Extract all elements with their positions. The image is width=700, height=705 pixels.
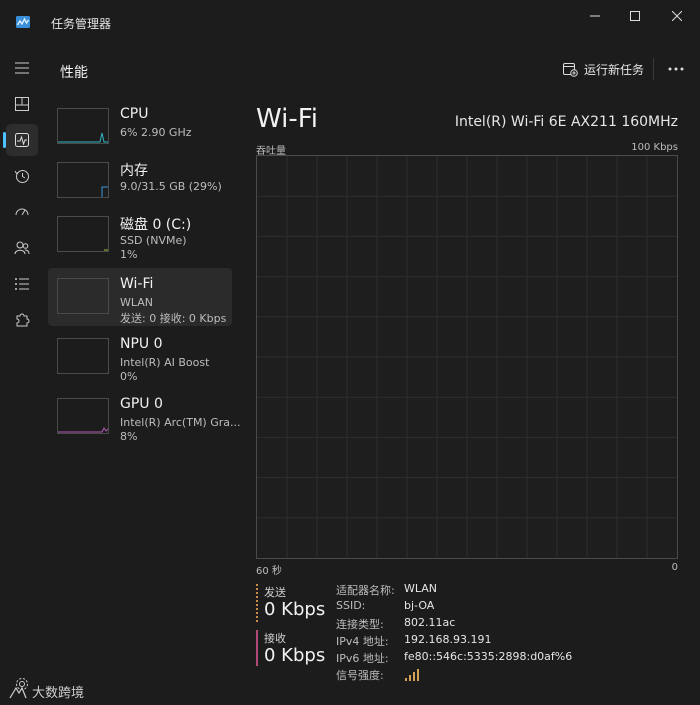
device-detail: Intel(R) Arc(TM) Gra... [120,416,241,429]
device-item-gpu[interactable]: GPU 0 Intel(R) Arc(TM) Gra... 8% [48,388,241,446]
graph-y-max: 100 Kbps [631,142,678,153]
wifi-mini-graph [57,278,109,314]
device-item-cpu[interactable]: CPU 6% 2.90 GHz [48,98,232,156]
receive-stat: 接收 0 Kbps [256,630,336,666]
receive-indicator [256,630,258,666]
device-detail: WLAN [120,296,154,309]
device-item-disk[interactable]: 磁盘 0 (C:) SSD (NVMe) 1% [48,206,232,264]
page-title: 性能 [60,65,88,81]
property-value: 802.11ac [404,616,456,629]
memory-mini-graph [57,162,109,198]
nav-app-history[interactable] [6,160,38,192]
startup-gauge-icon [15,208,29,216]
settings-button[interactable] [14,676,30,696]
device-name: GPU 0 [120,396,163,412]
navigation-rail [0,44,44,705]
device-name: Wi-Fi [120,276,154,292]
memory-mini-graph-line [101,186,108,197]
device-usage: 0% [120,370,138,383]
throughput-graph-grid [257,156,677,558]
window-title: 任务管理器 [51,17,112,31]
property-value: WLAN [404,582,438,595]
detail-title: Wi-Fi [256,104,319,134]
device-item-wifi[interactable]: Wi-Fi WLAN 发送: 0 接收: 0 Kbps [48,268,232,326]
watermark-text: 大数跨境 [32,686,85,701]
send-indicator [256,584,258,622]
device-item-npu[interactable]: NPU 0 Intel(R) AI Boost 0% [48,328,232,386]
device-usage: 1% [120,248,138,261]
property-key: IPv4 地址: [336,635,389,648]
hamburger-icon [15,62,29,74]
device-name: 磁盘 0 (C:) [120,217,192,233]
new-task-icon [563,63,578,77]
users-icon [14,241,30,255]
disk-mini-graph [57,216,109,252]
nav-processes[interactable] [6,88,38,120]
more-dots-icon [668,67,684,71]
nav-details[interactable] [6,268,38,300]
device-name: 内存 [120,163,148,179]
property-key: 适配器名称: [336,584,395,597]
history-icon [14,170,29,183]
details-list-icon [15,278,29,290]
close-button[interactable] [654,0,700,32]
device-detail: SSD (NVMe) [120,234,187,247]
nav-services[interactable] [6,304,38,336]
close-icon [672,11,682,21]
graph-x-right-label: 0 [671,562,678,573]
device-detail: 9.0/31.5 GB (29%) [120,180,222,193]
title-bar: 任务管理器 [0,0,700,44]
disk-mini-graph-line [104,249,108,251]
device-name: CPU [120,106,149,122]
property-key: 信号强度: [336,669,384,682]
processes-icon [15,97,29,111]
minimize-icon [590,15,600,17]
receive-label: 接收 [264,632,286,645]
send-value: 0 Kbps [264,599,326,620]
nav-users[interactable] [6,232,38,264]
property-key: IPv6 地址: [336,652,389,665]
property-key: SSID: [336,599,366,612]
adapter-name: Intel(R) Wi-Fi 6E AX211 160MHz [454,114,678,130]
gpu-mini-graph [57,398,109,434]
signal-strength-icon [405,669,419,681]
nav-startup-apps[interactable] [6,196,38,228]
services-puzzle-icon [16,313,30,327]
nav-performance[interactable] [3,124,38,156]
cpu-mini-graph-line [58,132,108,143]
header-divider [653,58,654,80]
run-new-task-button[interactable]: 运行新任务 [562,56,644,82]
send-label: 发送 [264,586,286,599]
settings-gear-icon [16,678,28,690]
property-value: fe80::546c:5335:2898:d0af%6 [404,650,573,663]
performance-icon [15,133,29,147]
property-key: 连接类型: [336,618,384,631]
property-value: 192.168.93.191 [404,633,492,646]
hamburger-menu-button[interactable] [6,52,38,84]
device-name: NPU 0 [120,336,163,352]
npu-mini-graph [57,338,109,374]
send-stat: 发送 0 Kbps [256,584,336,622]
device-item-memory[interactable]: 内存 9.0/31.5 GB (29%) [48,152,232,210]
device-throughput: 发送: 0 接收: 0 Kbps [120,312,227,325]
receive-value: 0 Kbps [264,645,326,666]
maximize-icon [630,11,640,21]
device-detail: Intel(R) AI Boost [120,356,210,369]
run-new-task-label: 运行新任务 [584,62,645,77]
property-value: bj-OA [404,599,435,612]
task-manager-app-icon [16,16,30,28]
gpu-mini-graph-line [58,427,108,433]
graph-x-left-label: 60 秒 [256,566,282,577]
cpu-mini-graph [57,108,109,144]
more-options-button[interactable] [663,58,689,80]
throughput-graph [256,155,678,559]
maximize-button[interactable] [612,0,658,32]
device-detail: 6% 2.90 GHz [120,126,192,139]
device-usage: 8% [120,430,138,443]
